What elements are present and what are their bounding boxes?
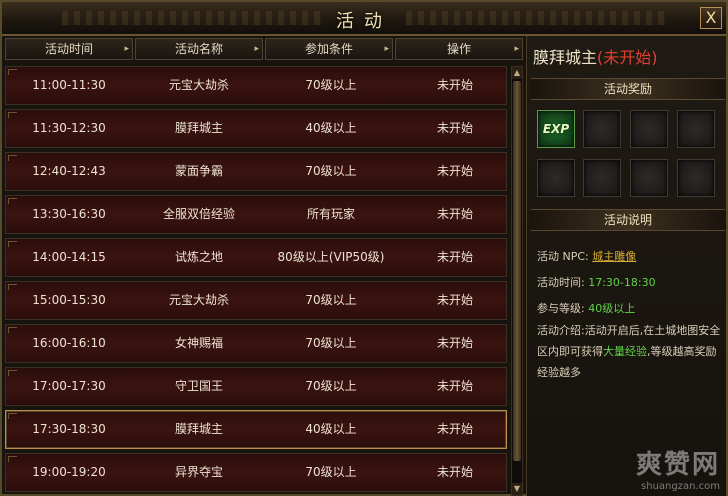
row-name: 女神赐福 (174, 336, 223, 350)
reward-slot (630, 110, 668, 148)
table-row[interactable]: 13:30-16:30 全服双倍经验 所有玩家 未开始 (5, 195, 507, 234)
description-header: 活动说明 (531, 209, 725, 231)
row-name: 元宝大劫杀 (168, 293, 229, 307)
table-row-selected[interactable]: 17:30-18:30 膜拜城主 40级以上 未开始 (5, 410, 507, 449)
table-header: 活动时间 ▸ 活动名称 ▸ 参加条件 ▸ 操作 ▸ (5, 36, 523, 62)
row-time: 12:40-12:43 (32, 164, 106, 178)
row-name: 试炼之地 (174, 250, 223, 264)
intro-text: 活动介绍:活动开启后,在土城地图安全区内即可获得大量经验,等级越高奖励经验越多 (537, 324, 721, 379)
row-condition: 70级以上 (305, 78, 357, 92)
row-status: 未开始 (436, 78, 473, 92)
reward-slot (677, 110, 715, 148)
row-name: 蒙面争霸 (174, 164, 223, 178)
table-row[interactable]: 16:00-16:10 女神赐福 70级以上 未开始 (5, 324, 507, 363)
row-condition: 80级以上(VIP50级) (277, 250, 385, 264)
row-time: 17:00-17:30 (32, 379, 106, 393)
event-title: 膜拜城主(未开始) (533, 48, 658, 67)
row-time: 17:30-18:30 (32, 422, 106, 436)
sort-arrow-icon: ▸ (514, 44, 519, 54)
table-row[interactable]: 17:00-17:30 守卫国王 70级以上 未开始 (5, 367, 507, 406)
header-time[interactable]: 活动时间 ▸ (5, 38, 133, 60)
row-name: 异界夺宝 (174, 465, 223, 479)
sort-arrow-icon: ▸ (384, 44, 389, 54)
row-name: 膜拜城主 (174, 121, 223, 135)
row-status: 未开始 (436, 207, 473, 221)
row-status: 未开始 (436, 121, 473, 135)
row-status: 未开始 (436, 250, 473, 264)
sort-arrow-icon: ▸ (254, 44, 259, 54)
row-condition: 70级以上 (305, 465, 357, 479)
window-title: 活动 (336, 11, 392, 32)
row-status: 未开始 (436, 164, 473, 178)
row-time: 11:30-12:30 (32, 121, 106, 135)
table-row[interactable]: 11:30-12:30 膜拜城主 40级以上 未开始 (5, 109, 507, 148)
scrollbar[interactable]: ▲ ▼ (511, 66, 523, 496)
row-condition: 70级以上 (305, 164, 357, 178)
row-status: 未开始 (436, 293, 473, 307)
reward-slot (537, 159, 575, 197)
header-condition[interactable]: 参加条件 ▸ (265, 38, 393, 60)
scroll-down-icon[interactable]: ▼ (512, 483, 522, 495)
reward-slot (677, 159, 715, 197)
title-bar: 活动 X (2, 2, 726, 36)
table-row[interactable]: 15:00-15:30 元宝大劫杀 70级以上 未开始 (5, 281, 507, 320)
row-condition: 40级以上 (305, 422, 357, 436)
scroll-thumb[interactable] (513, 81, 521, 461)
sort-arrow-icon: ▸ (124, 44, 129, 54)
row-time: 13:30-16:30 (32, 207, 106, 221)
row-time: 11:00-11:30 (32, 78, 106, 92)
table-row[interactable]: 11:00-11:30 元宝大劫杀 70级以上 未开始 (5, 66, 507, 105)
row-name: 膜拜城主 (174, 422, 223, 436)
reward-header: 活动奖励 (531, 78, 725, 100)
row-time: 14:00-14:15 (32, 250, 106, 264)
npc-info: 活动 NPC: 城主雕像 (537, 250, 637, 263)
reward-slot (630, 159, 668, 197)
reward-slot-exp[interactable]: EXP (537, 110, 575, 148)
row-status: 未开始 (436, 465, 473, 479)
activity-window: 活动 X 活动时间 ▸ 活动名称 ▸ 参加条件 ▸ 操作 ▸ 11:00-11:30 元… (0, 0, 728, 496)
row-time: 16:00-16:10 (32, 336, 106, 350)
header-operation[interactable]: 操作 ▸ (395, 38, 523, 60)
activity-table: 活动时间 ▸ 活动名称 ▸ 参加条件 ▸ 操作 ▸ 11:00-11:30 元宝大劫杀 … (5, 36, 523, 496)
row-time: 19:00-19:20 (32, 465, 106, 479)
row-condition: 40级以上 (305, 121, 357, 135)
row-status: 未开始 (436, 336, 473, 350)
row-condition: 70级以上 (305, 336, 357, 350)
row-status: 未开始 (436, 379, 473, 393)
table-row[interactable]: 19:00-19:20 异界夺宝 70级以上 未开始 (5, 453, 507, 492)
header-name[interactable]: 活动名称 ▸ (135, 38, 263, 60)
row-condition: 70级以上 (305, 293, 357, 307)
watermark-logo: 爽赞网 shuangzan.com (635, 450, 720, 492)
row-name: 守卫国王 (174, 379, 223, 393)
table-row[interactable]: 14:00-14:15 试炼之地 80级以上(VIP50级) 未开始 (5, 238, 507, 277)
time-info: 活动时间: 17:30-18:30 (537, 276, 656, 289)
row-status: 未开始 (436, 422, 473, 436)
event-status: (未开始) (597, 48, 658, 67)
row-name: 元宝大劫杀 (168, 78, 229, 92)
table-body: 11:00-11:30 元宝大劫杀 70级以上 未开始 11:30-12:30 … (5, 66, 507, 496)
row-time: 15:00-15:30 (32, 293, 106, 307)
row-condition: 70级以上 (305, 379, 357, 393)
npc-link[interactable]: 城主雕像 (592, 250, 636, 263)
level-info: 参与等级: 40级以上 (537, 302, 636, 315)
table-row[interactable]: 12:40-12:43 蒙面争霸 70级以上 未开始 (5, 152, 507, 191)
scroll-up-icon[interactable]: ▲ (512, 67, 522, 79)
exp-icon: EXP (542, 122, 570, 136)
row-name: 全服双倍经验 (162, 207, 235, 221)
reward-slot (583, 159, 621, 197)
row-condition: 所有玩家 (306, 207, 355, 221)
close-button[interactable]: X (700, 7, 722, 29)
reward-slot (583, 110, 621, 148)
detail-panel: 膜拜城主(未开始) 活动奖励 EXP 活动说明 活动 NPC: 城主雕像 活动时… (526, 36, 726, 496)
